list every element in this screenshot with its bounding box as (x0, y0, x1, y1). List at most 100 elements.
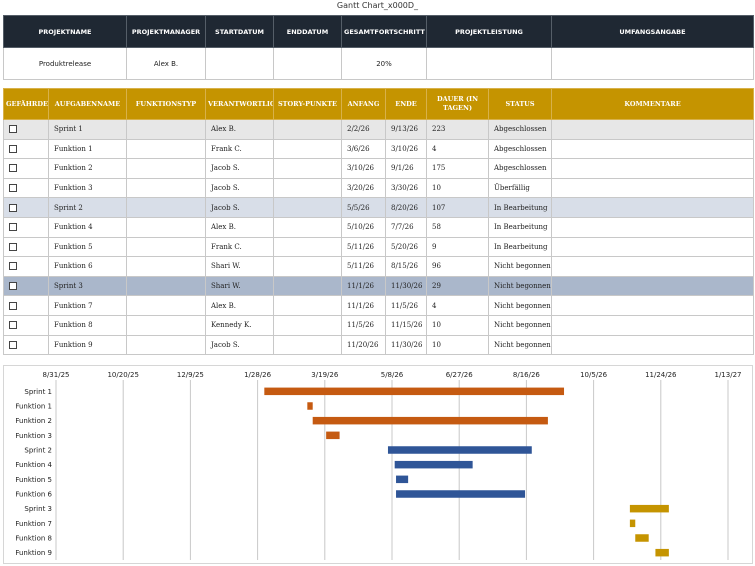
task-start-cell[interactable]: 11/20/26 (341, 334, 386, 356)
task-end-cell[interactable]: 8/15/26 (385, 256, 427, 277)
task-end-cell[interactable]: 11/15/26 (385, 314, 427, 336)
cell-enddatum[interactable] (273, 47, 342, 80)
task-type-cell[interactable] (126, 119, 206, 140)
task-status-cell[interactable]: Abgeschlossen (488, 138, 552, 160)
task-status-cell[interactable]: Abgeschlossen (488, 119, 552, 140)
task-comment-cell[interactable] (551, 256, 754, 277)
cell-projektname[interactable]: Produktrelease (3, 47, 127, 80)
task-end-cell[interactable]: 11/5/26 (385, 295, 427, 316)
task-owner-cell[interactable]: Alex B. (205, 295, 274, 316)
cell-projektmanager[interactable]: Alex B. (126, 47, 206, 80)
at-risk-checkbox[interactable] (9, 203, 17, 212)
task-duration-cell[interactable]: 4 (426, 295, 489, 316)
task-end-cell[interactable]: 11/30/26 (385, 334, 427, 356)
task-duration-cell[interactable]: 107 (426, 197, 489, 218)
task-comment-cell[interactable] (551, 275, 754, 297)
task-type-cell[interactable] (126, 138, 206, 160)
cell-projektleistung[interactable] (426, 47, 552, 80)
task-type-cell[interactable] (126, 158, 206, 179)
task-status-cell[interactable]: Nicht begonnen (488, 256, 552, 277)
task-start-cell[interactable]: 3/20/26 (341, 177, 386, 199)
task-start-cell[interactable]: 11/1/26 (341, 295, 386, 316)
task-end-cell[interactable]: 5/20/26 (385, 236, 427, 258)
cell-umfangsangabe[interactable] (551, 47, 754, 80)
task-end-cell[interactable]: 9/1/26 (385, 158, 427, 179)
task-status-cell[interactable]: In Bearbeitung (488, 197, 552, 218)
task-name-cell[interactable]: Sprint 3 (48, 275, 127, 297)
task-type-cell[interactable] (126, 197, 206, 218)
task-type-cell[interactable] (126, 275, 206, 297)
task-owner-cell[interactable]: Jacob S. (205, 197, 274, 218)
task-type-cell[interactable] (126, 256, 206, 277)
task-duration-cell[interactable]: 10 (426, 334, 489, 356)
task-start-cell[interactable]: 11/5/26 (341, 314, 386, 336)
task-comment-cell[interactable] (551, 197, 754, 218)
task-owner-cell[interactable]: Jacob S. (205, 177, 274, 199)
task-start-cell[interactable]: 3/10/26 (341, 158, 386, 179)
task-duration-cell[interactable]: 175 (426, 158, 489, 179)
task-status-cell[interactable]: Überfällig (488, 177, 552, 199)
task-start-cell[interactable]: 5/5/26 (341, 197, 386, 218)
task-owner-cell[interactable]: Frank C. (205, 236, 274, 258)
task-duration-cell[interactable]: 29 (426, 275, 489, 297)
task-status-cell[interactable]: Nicht begonnen (488, 295, 552, 316)
at-risk-checkbox[interactable] (9, 282, 17, 291)
task-end-cell[interactable]: 3/30/26 (385, 177, 427, 199)
at-risk-checkbox[interactable] (9, 242, 17, 251)
task-name-cell[interactable]: Funktion 1 (48, 138, 127, 160)
task-points-cell[interactable] (273, 177, 342, 199)
task-status-cell[interactable]: Nicht begonnen (488, 314, 552, 336)
task-points-cell[interactable] (273, 138, 342, 160)
task-start-cell[interactable]: 5/11/26 (341, 236, 386, 258)
task-owner-cell[interactable]: Alex B. (205, 119, 274, 140)
task-name-cell[interactable]: Funktion 8 (48, 314, 127, 336)
task-start-cell[interactable]: 2/2/26 (341, 119, 386, 140)
task-name-cell[interactable]: Sprint 2 (48, 197, 127, 218)
task-owner-cell[interactable]: Jacob S. (205, 158, 274, 179)
task-owner-cell[interactable]: Jacob S. (205, 334, 274, 356)
task-comment-cell[interactable] (551, 158, 754, 179)
task-name-cell[interactable]: Funktion 6 (48, 256, 127, 277)
task-comment-cell[interactable] (551, 119, 754, 140)
task-points-cell[interactable] (273, 158, 342, 179)
task-points-cell[interactable] (273, 275, 342, 297)
task-points-cell[interactable] (273, 119, 342, 140)
task-points-cell[interactable] (273, 256, 342, 277)
at-risk-checkbox[interactable] (9, 144, 17, 153)
task-name-cell[interactable]: Funktion 7 (48, 295, 127, 316)
at-risk-checkbox[interactable] (9, 262, 17, 271)
task-points-cell[interactable] (273, 314, 342, 336)
task-end-cell[interactable]: 7/7/26 (385, 216, 427, 238)
at-risk-checkbox[interactable] (9, 223, 17, 232)
task-end-cell[interactable]: 11/30/26 (385, 275, 427, 297)
task-points-cell[interactable] (273, 334, 342, 356)
task-comment-cell[interactable] (551, 314, 754, 336)
task-owner-cell[interactable]: Shari W. (205, 256, 274, 277)
task-end-cell[interactable]: 3/10/26 (385, 138, 427, 160)
task-name-cell[interactable]: Funktion 5 (48, 236, 127, 258)
task-type-cell[interactable] (126, 314, 206, 336)
at-risk-checkbox[interactable] (9, 125, 17, 134)
task-type-cell[interactable] (126, 236, 206, 258)
task-start-cell[interactable]: 11/1/26 (341, 275, 386, 297)
at-risk-checkbox[interactable] (9, 301, 17, 310)
task-points-cell[interactable] (273, 295, 342, 316)
task-name-cell[interactable]: Sprint 1 (48, 119, 127, 140)
task-duration-cell[interactable]: 10 (426, 314, 489, 336)
task-comment-cell[interactable] (551, 334, 754, 356)
task-comment-cell[interactable] (551, 177, 754, 199)
task-owner-cell[interactable]: Kennedy K. (205, 314, 274, 336)
task-comment-cell[interactable] (551, 236, 754, 258)
task-status-cell[interactable]: In Bearbeitung (488, 216, 552, 238)
task-duration-cell[interactable]: 10 (426, 177, 489, 199)
task-start-cell[interactable]: 5/11/26 (341, 256, 386, 277)
task-duration-cell[interactable]: 96 (426, 256, 489, 277)
task-name-cell[interactable]: Funktion 9 (48, 334, 127, 356)
task-owner-cell[interactable]: Alex B. (205, 216, 274, 238)
task-status-cell[interactable]: Nicht begonnen (488, 334, 552, 356)
task-owner-cell[interactable]: Shari W. (205, 275, 274, 297)
task-type-cell[interactable] (126, 334, 206, 356)
task-duration-cell[interactable]: 9 (426, 236, 489, 258)
task-points-cell[interactable] (273, 216, 342, 238)
task-type-cell[interactable] (126, 295, 206, 316)
